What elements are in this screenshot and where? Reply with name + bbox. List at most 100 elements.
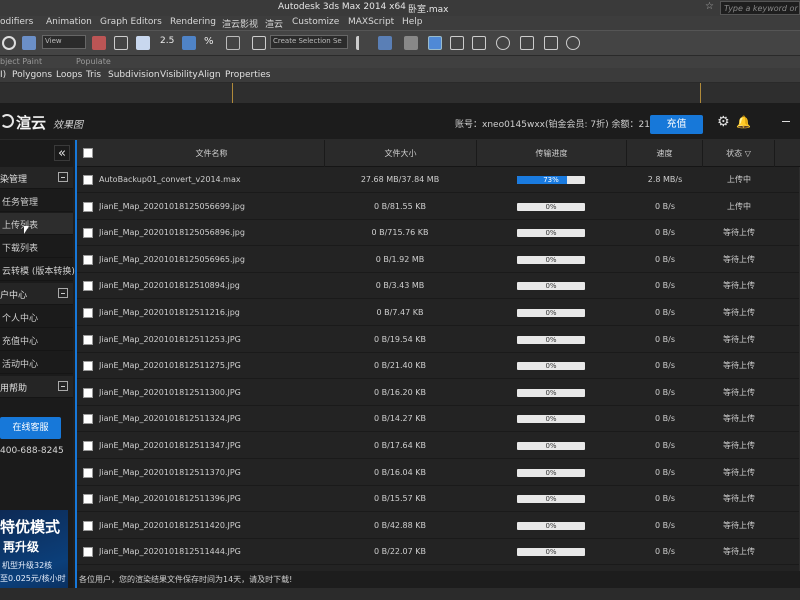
align-icon[interactable] <box>378 36 392 50</box>
table-row[interactable]: JianE_Map_2020101812511444.JPG 0 B/22.07 … <box>77 539 800 566</box>
table-row[interactable]: JianE_Map_2020101812511253.JPG 0 B/19.54 … <box>77 327 800 353</box>
row-checkbox[interactable] <box>83 494 93 505</box>
layer-manager-icon[interactable] <box>404 36 418 50</box>
bell-icon[interactable]: 🔔 <box>736 115 751 129</box>
column-header-status[interactable]: 状态 ▽ <box>703 140 775 167</box>
table-row[interactable]: AutoBackup01_convert_v2014.max 27.68 MB/3… <box>77 167 800 193</box>
ribbon-tab-loops[interactable]: Loops <box>56 70 82 80</box>
star-icon[interactable]: ☆ <box>705 1 714 12</box>
column-header-name[interactable]: 文件名称 <box>99 140 325 167</box>
table-row[interactable]: JianE_Map_2020101812511275.JPG 0 B/21.40 … <box>77 353 800 380</box>
row-checkbox[interactable] <box>83 361 93 372</box>
row-checkbox[interactable] <box>83 387 93 398</box>
scene-explorer-icon[interactable] <box>428 36 442 50</box>
max-window-title: Autodesk 3ds Max 2014 x64 <box>278 2 406 12</box>
row-checkbox[interactable] <box>83 228 93 239</box>
menu-help[interactable]: Help <box>402 17 423 27</box>
max-file-name: 卧室.max <box>408 5 449 15</box>
row-checkbox[interactable] <box>83 441 93 451</box>
named-selection-set-select[interactable]: Create Selection Se <box>270 35 348 49</box>
sidebar-item-upload[interactable]: 上传列表 <box>0 213 73 235</box>
minimize-icon[interactable] <box>782 121 790 122</box>
menu-animation[interactable]: Animation <box>46 17 92 27</box>
menu-xuanyun-film[interactable]: 渲云影视 <box>222 17 258 30</box>
row-checkbox[interactable] <box>83 175 93 185</box>
sidebar-group-help[interactable]: 用帮助 <box>0 376 73 398</box>
table-row[interactable]: JianE_Map_2020101812511420.JPG 0 B/42.88 … <box>77 513 800 539</box>
column-header-progress[interactable]: 传输进度 <box>477 140 627 167</box>
sidebar-item-events[interactable]: 活动中心 <box>0 352 73 374</box>
snap-toggle-icon[interactable]: 2.5 <box>160 36 174 50</box>
select-region-icon[interactable] <box>92 36 106 50</box>
row-checkbox[interactable] <box>83 254 93 265</box>
sidebar-item-recharge[interactable]: 充值中心 <box>0 329 73 351</box>
table-row[interactable]: JianE_Map_20201018125056965.jpg 0 B/1.92 … <box>77 247 800 273</box>
sidebar-group-user[interactable]: 户中心 <box>0 283 73 305</box>
collapse-minus-icon[interactable] <box>58 172 68 182</box>
row-checkbox[interactable] <box>83 281 93 292</box>
edit-named-selection-icon[interactable] <box>252 36 266 50</box>
online-support-button[interactable]: 在线客服 <box>0 417 61 439</box>
render-production-icon[interactable] <box>566 36 580 50</box>
select-all-checkbox[interactable] <box>83 148 93 158</box>
collapse-minus-icon[interactable] <box>58 381 68 391</box>
promo-banner[interactable]: 特优模式 再升级 机型升级32核 至0.025元/核小时 <box>0 510 68 600</box>
menu-maxscript[interactable]: MAXScript <box>348 17 394 27</box>
table-row[interactable]: JianE_Map_20201018125056699.jpg 0 B/81.55… <box>77 194 800 220</box>
gear-icon[interactable]: ⚙ <box>717 115 731 129</box>
angle-snap-icon[interactable] <box>182 36 196 50</box>
reference-coordinate-select[interactable]: View <box>42 35 86 49</box>
table-row[interactable]: JianE_Map_2020101812511370.JPG 0 B/16.04 … <box>77 460 800 486</box>
table-row[interactable]: JianE_Map_2020101812511396.JPG 0 B/15.57 … <box>77 486 800 513</box>
sidebar-group-render[interactable]: 染管理 <box>0 167 73 189</box>
row-checkbox[interactable] <box>83 467 93 478</box>
sidebar-item-download[interactable]: 下载列表 <box>0 236 73 258</box>
menu-customize[interactable]: Customize <box>292 17 339 27</box>
curve-editor-icon[interactable] <box>450 36 464 50</box>
row-checkbox[interactable] <box>83 201 93 212</box>
column-header-speed[interactable]: 速度 <box>627 140 703 167</box>
ribbon-tab-subdivision[interactable]: Subdivision <box>108 70 160 80</box>
row-checkbox[interactable] <box>83 520 93 531</box>
sidebar-item-profile[interactable]: 个人中心 <box>0 306 73 328</box>
row-checkbox[interactable] <box>83 334 93 345</box>
ribbon-tab-align[interactable]: Align <box>198 70 221 80</box>
search-help-input[interactable]: Type a keyword or phrase <box>720 1 800 15</box>
pivot-icon[interactable] <box>136 36 150 50</box>
collapse-sidebar-icon[interactable]: « <box>54 145 70 161</box>
collapse-minus-icon[interactable] <box>58 288 68 298</box>
table-row[interactable]: JianE_Map_2020101812511300.JPG 0 B/16.20 … <box>77 380 800 406</box>
menu-modifiers[interactable]: odifiers <box>0 17 33 27</box>
ribbon-tab-polygons[interactable]: Polygons <box>12 70 52 80</box>
table-row[interactable]: JianE_Map_2020101812511216.jpg 0 B/7.47 K… <box>77 300 800 326</box>
undo-icon[interactable] <box>2 36 16 50</box>
ribbon-tab-tris[interactable]: Tris <box>86 70 101 80</box>
row-checkbox[interactable] <box>83 414 93 425</box>
menu-graph-editors[interactable]: Graph Editors <box>100 17 162 27</box>
render-setup-icon[interactable] <box>520 36 534 50</box>
mirror-icon[interactable] <box>356 36 370 50</box>
row-checkbox[interactable] <box>83 308 93 318</box>
ribbon-tab-properties[interactable]: Properties <box>225 70 270 80</box>
sidebar-item-tasks[interactable]: 任务管理 <box>0 190 73 212</box>
move-icon[interactable] <box>114 36 128 50</box>
table-row[interactable]: JianE_Map_2020101812510894.jpg 0 B/3.43 M… <box>77 273 800 300</box>
spinner-snap-icon[interactable] <box>226 36 240 50</box>
percent-snap-icon[interactable]: % <box>204 36 218 50</box>
table-row[interactable]: JianE_Map_2020101812511324.JPG 0 B/14.27 … <box>77 406 800 433</box>
row-checkbox[interactable] <box>83 547 93 558</box>
table-row[interactable]: JianE_Map_20201018125056896.jpg 0 B/715.7… <box>77 220 800 247</box>
ribbon-tab-edit[interactable]: I) <box>0 70 6 80</box>
select-link-icon[interactable] <box>22 36 36 50</box>
material-editor-icon[interactable] <box>496 36 510 50</box>
ribbon-tab-visibility[interactable]: Visibility <box>160 70 198 80</box>
rendered-frame-icon[interactable] <box>544 36 558 50</box>
table-row[interactable]: JianE_Map_2020101812511347.JPG 0 B/17.64 … <box>77 433 800 459</box>
menu-xuanyun[interactable]: 渲云 <box>265 17 283 30</box>
column-header-size[interactable]: 文件大小 <box>325 140 477 167</box>
schematic-view-icon[interactable] <box>472 36 486 50</box>
sidebar-item-convert[interactable]: 云转模 (版本转换) <box>0 259 75 281</box>
menu-rendering[interactable]: Rendering <box>170 17 216 27</box>
filter-icon[interactable]: ▽ <box>745 149 751 158</box>
recharge-button[interactable]: 充值 <box>650 115 703 134</box>
